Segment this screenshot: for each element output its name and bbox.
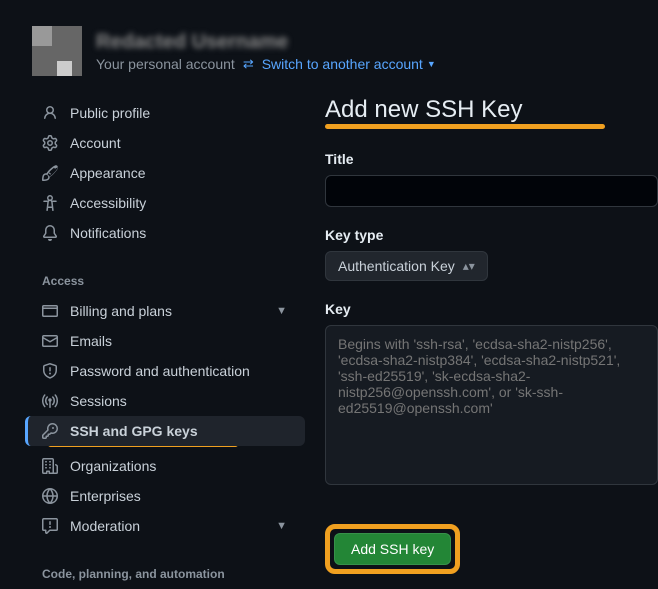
chevron-down-icon: ▼	[276, 305, 287, 317]
account-type-label: Your personal account	[96, 56, 235, 72]
swap-icon: ⇄	[243, 56, 254, 72]
page-title: Add new SSH Key	[325, 96, 658, 128]
avatar[interactable]	[32, 26, 82, 76]
field-title: Title	[325, 151, 658, 207]
bell-icon	[42, 225, 58, 241]
keytype-select[interactable]: Authentication Key ▴▾	[325, 251, 488, 281]
account-header: Redacted Username Your personal account …	[0, 0, 658, 84]
sidebar-item-password-auth[interactable]: Password and authentication	[20, 356, 305, 386]
submit-highlight-box: Add SSH key	[325, 524, 460, 574]
globe-icon	[42, 488, 58, 504]
broadcast-icon	[42, 393, 58, 409]
sidebar-item-label: Accessibility	[70, 195, 293, 211]
key-label: Key	[325, 301, 658, 317]
sidebar-item-enterprises[interactable]: Enterprises	[20, 481, 305, 511]
sidebar-item-label: Account	[70, 135, 293, 151]
sidebar-item-label: Emails	[70, 333, 293, 349]
field-keytype: Key type Authentication Key ▴▾	[325, 227, 658, 281]
person-icon	[42, 105, 58, 121]
chevron-down-icon: ▼	[276, 520, 287, 532]
header-text: Redacted Username Your personal account …	[96, 31, 436, 72]
sidebar-item-label: Billing and plans	[70, 303, 264, 319]
sidebar-item-public-profile[interactable]: Public profile	[20, 98, 305, 128]
switch-account-link[interactable]: Switch to another account ▼	[262, 56, 436, 72]
gear-icon	[42, 135, 58, 151]
keytype-label: Key type	[325, 227, 658, 243]
subheading: Your personal account ⇄ Switch to anothe…	[96, 56, 436, 72]
sidebar-item-label: Notifications	[70, 225, 293, 241]
sidebar-item-label: Enterprises	[70, 488, 293, 504]
mail-icon	[42, 333, 58, 349]
sidebar-item-label: Password and authentication	[70, 363, 293, 379]
sidebar-item-label: Sessions	[70, 393, 293, 409]
add-ssh-key-button[interactable]: Add SSH key	[334, 533, 451, 565]
sidebar-section-code: Code, planning, and automation	[20, 551, 305, 589]
sidebar-item-sessions[interactable]: Sessions	[20, 386, 305, 416]
sidebar-item-appearance[interactable]: Appearance	[20, 158, 305, 188]
organization-icon	[42, 458, 58, 474]
shield-lock-icon	[42, 363, 58, 379]
sidebar-item-accessibility[interactable]: Accessibility	[20, 188, 305, 218]
sidebar-item-moderation[interactable]: Moderation ▼	[20, 511, 305, 541]
sidebar-item-billing[interactable]: Billing and plans ▼	[20, 296, 305, 326]
sidebar-item-account[interactable]: Account	[20, 128, 305, 158]
accessibility-icon	[42, 195, 58, 211]
caret-down-icon: ▼	[427, 59, 436, 69]
sidebar-item-organizations[interactable]: Organizations	[20, 451, 305, 481]
keytype-value: Authentication Key	[338, 258, 455, 274]
sidebar-item-ssh-gpg[interactable]: SSH and GPG keys	[25, 416, 305, 446]
sidebar-item-label: Organizations	[70, 458, 293, 474]
title-label: Title	[325, 151, 658, 167]
key-icon	[42, 423, 58, 439]
settings-sidebar: Public profile Account Appearance Access…	[20, 92, 305, 589]
paintbrush-icon	[42, 165, 58, 181]
credit-card-icon	[42, 303, 58, 319]
main-content: Add new SSH Key Title Key type Authentic…	[325, 92, 658, 589]
sidebar-section-access: Access	[20, 258, 305, 296]
sidebar-item-notifications[interactable]: Notifications	[20, 218, 305, 248]
key-textarea[interactable]	[325, 325, 658, 485]
highlight-underline	[325, 124, 605, 129]
sidebar-item-emails[interactable]: Emails	[20, 326, 305, 356]
report-icon	[42, 518, 58, 534]
select-caret-icon: ▴▾	[463, 260, 475, 272]
title-input[interactable]	[325, 175, 658, 207]
switch-account-label: Switch to another account	[262, 56, 423, 72]
sidebar-item-label: Appearance	[70, 165, 293, 181]
sidebar-item-label: Public profile	[70, 105, 293, 121]
sidebar-item-label: SSH and GPG keys	[70, 423, 293, 439]
sidebar-item-label: Moderation	[70, 518, 264, 534]
username: Redacted Username	[96, 31, 436, 54]
field-key: Key	[325, 301, 658, 488]
